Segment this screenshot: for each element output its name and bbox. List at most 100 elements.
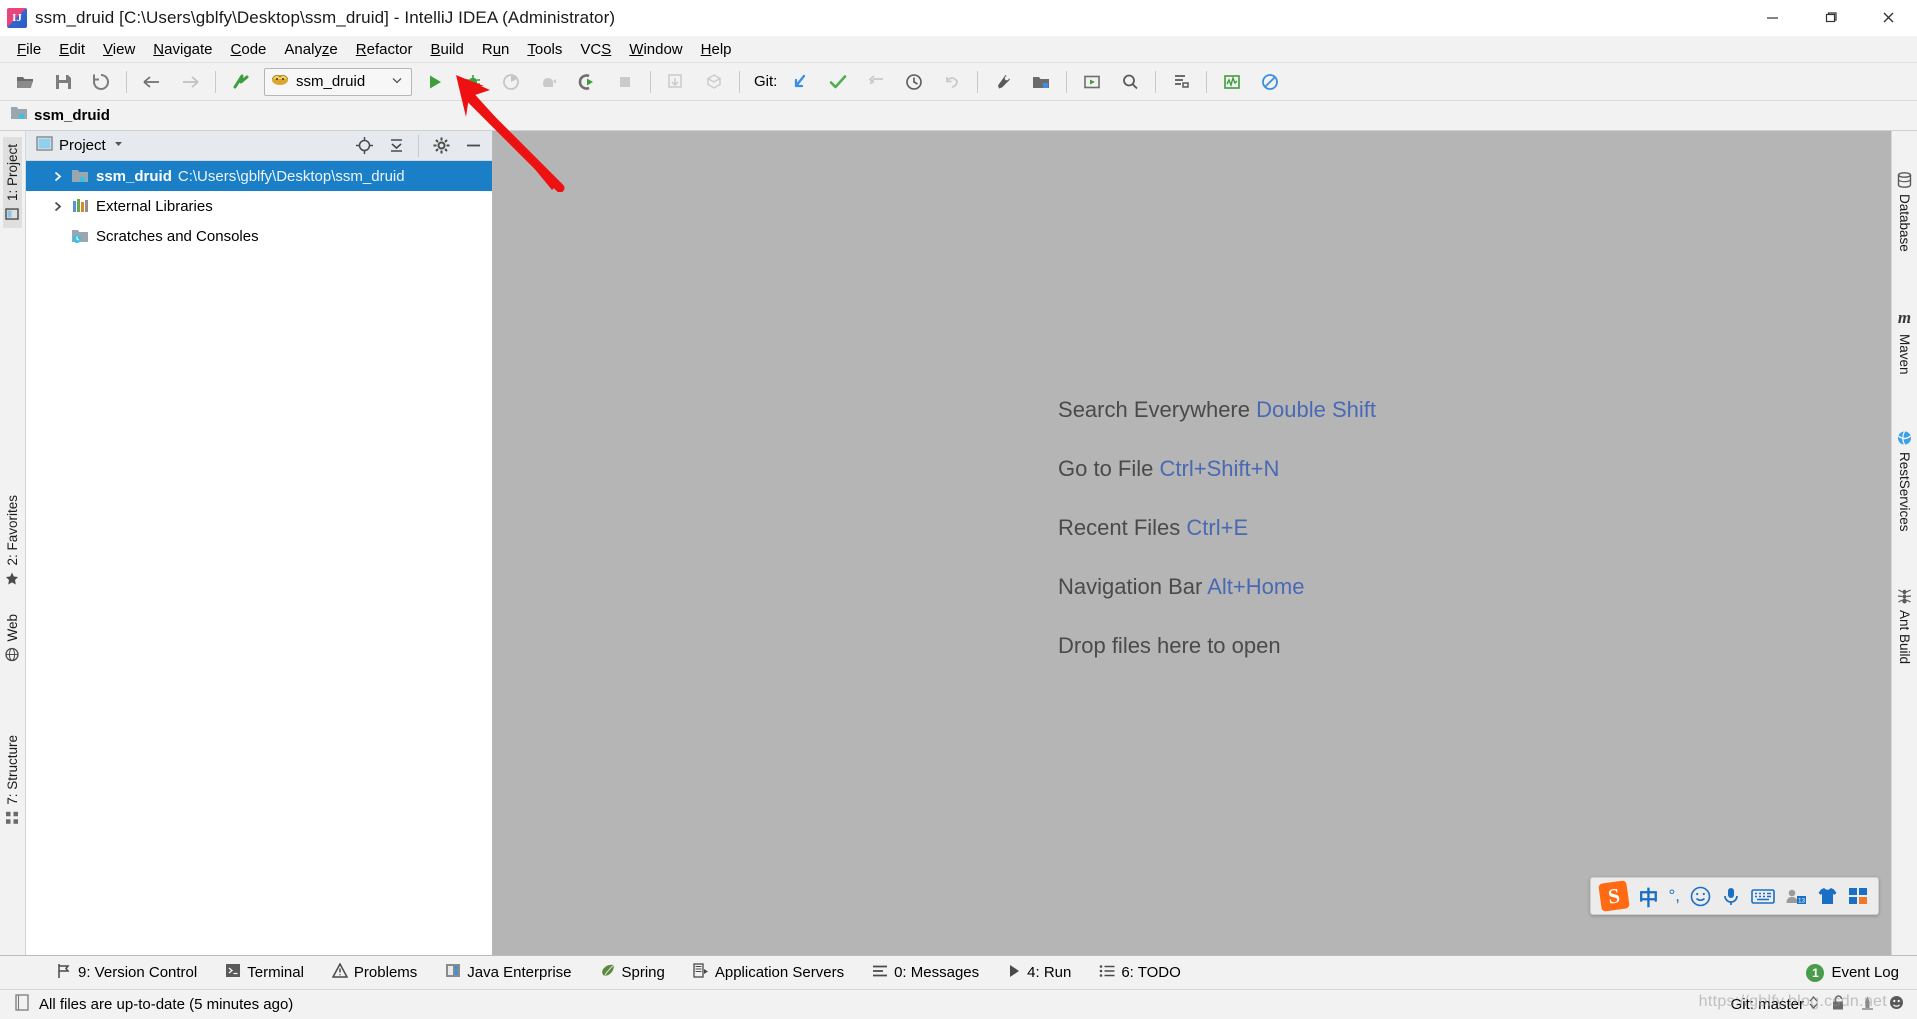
git-branch-widget[interactable]: Git: master	[1731, 995, 1818, 1014]
intellij-idea-window: IJ ssm_druid [C:\Users\gblfy\Desktop\ssm…	[0, 0, 1917, 1019]
sidebar-item-web[interactable]: Web	[3, 607, 22, 669]
commit-icon[interactable]	[695, 66, 733, 98]
sidebar-item-ant-build[interactable]: Ant Build	[1895, 581, 1914, 671]
forward-arrow-icon[interactable]	[171, 66, 209, 98]
hide-pane-icon[interactable]	[460, 133, 486, 159]
minimize-button[interactable]	[1743, 0, 1801, 36]
menu-file[interactable]: File	[8, 39, 50, 60]
back-arrow-icon[interactable]	[133, 66, 171, 98]
tree-row-name: ssm_druid	[96, 167, 172, 185]
settings-gear-icon[interactable]	[984, 66, 1022, 98]
tip-recent-files: Recent Files Ctrl+E	[1058, 515, 1376, 541]
menu-analyze[interactable]: Analyze	[275, 39, 346, 60]
stop-icon[interactable]	[606, 66, 644, 98]
tab-run[interactable]: 4: Run	[993, 962, 1085, 984]
project-icon	[5, 207, 20, 221]
menu-view[interactable]: View	[94, 39, 144, 60]
run-configuration-name: ssm_druid	[296, 73, 366, 90]
tab-problems[interactable]: Problems	[318, 961, 431, 984]
tab-messages-label: 0: Messages	[894, 964, 980, 981]
toolbox-icon[interactable]	[1848, 886, 1869, 906]
menu-navigate[interactable]: Navigate	[144, 39, 221, 60]
run-configuration-selector[interactable]: ssm_druid	[264, 67, 412, 96]
tab-spring[interactable]: Spring	[586, 961, 679, 984]
git-revert-icon[interactable]	[933, 66, 971, 98]
scratches-icon	[70, 228, 90, 244]
git-update-project-icon[interactable]	[781, 66, 819, 98]
sidebar-item-database[interactable]: Database	[1895, 165, 1914, 259]
terminal-icon	[225, 963, 241, 982]
navigation-bar[interactable]: ssm_druid	[0, 101, 1917, 131]
menu-help[interactable]: Help	[692, 39, 741, 60]
tree-row[interactable]: Scratches and Consoles	[26, 221, 492, 251]
disable-inspection-icon[interactable]	[1251, 66, 1289, 98]
menu-run[interactable]: Run	[473, 39, 519, 60]
tab-java-enterprise[interactable]: Java Enterprise	[431, 961, 585, 984]
todo-icon	[1099, 964, 1115, 982]
event-log-button[interactable]: 1 Event Log	[1806, 963, 1917, 982]
notifications-icon[interactable]	[1888, 994, 1905, 1015]
sidebar-item-restservices[interactable]: RestServices	[1894, 423, 1915, 539]
run-button-icon[interactable]	[416, 66, 454, 98]
user-card-icon[interactable]: 13	[1785, 887, 1807, 906]
chevron-right-icon[interactable]	[50, 171, 64, 182]
libraries-icon	[70, 198, 90, 214]
tab-todo[interactable]: 6: TODO	[1085, 962, 1194, 984]
gear-icon[interactable]	[428, 133, 454, 159]
tab-application-servers[interactable]: Application Servers	[679, 961, 858, 984]
tree-row-name: External Libraries	[96, 197, 213, 215]
menu-edit[interactable]: Edit	[50, 39, 94, 60]
sogou-logo-icon[interactable]: S	[1598, 880, 1631, 912]
menu-refactor[interactable]: Refactor	[347, 39, 422, 60]
close-button[interactable]	[1859, 0, 1917, 36]
collapse-all-icon[interactable]	[383, 133, 409, 159]
database-icon	[1897, 172, 1912, 188]
tab-terminal[interactable]: Terminal	[211, 961, 318, 984]
locate-file-icon[interactable]	[351, 133, 377, 159]
chevron-down-icon[interactable]	[112, 137, 125, 155]
sidebar-item-structure[interactable]: 7: Structure	[3, 728, 22, 832]
menu-vcs[interactable]: VCS	[571, 39, 620, 60]
update-project-icon[interactable]	[657, 66, 695, 98]
structure-view-icon[interactable]	[1162, 66, 1200, 98]
run-with-coverage-icon[interactable]	[492, 66, 530, 98]
menu-tools[interactable]: Tools	[518, 39, 571, 60]
open-icon[interactable]	[6, 66, 44, 98]
tree-row[interactable]: ssm_druid C:\Users\gblfy\Desktop\ssm_dru…	[26, 161, 492, 191]
menu-code[interactable]: Code	[222, 39, 276, 60]
debug-button-icon[interactable]	[454, 66, 492, 98]
skin-icon[interactable]	[1817, 886, 1838, 906]
tab-messages[interactable]: 0: Messages	[858, 962, 993, 984]
sidebar-item-favorites[interactable]: 2: Favorites	[3, 488, 22, 593]
build-project-icon[interactable]	[222, 66, 260, 98]
performance-monitor-icon[interactable]	[1213, 66, 1251, 98]
project-structure-icon[interactable]	[1022, 66, 1060, 98]
tab-version-control[interactable]: 9: Version Control	[42, 961, 211, 985]
tip-go-to-file: Go to File Ctrl+Shift+N	[1058, 456, 1376, 482]
git-commit-icon[interactable]	[819, 66, 857, 98]
attach-to-process-icon[interactable]	[568, 66, 606, 98]
inspection-icon[interactable]	[1859, 994, 1876, 1015]
tree-row[interactable]: External Libraries	[26, 191, 492, 221]
menu-window[interactable]: Window	[620, 39, 691, 60]
chinese-mode-icon[interactable]: 中	[1638, 882, 1658, 911]
git-push-icon[interactable]	[857, 66, 895, 98]
search-icon[interactable]	[1111, 66, 1149, 98]
menu-build[interactable]: Build	[421, 39, 472, 60]
maximize-button[interactable]	[1801, 0, 1859, 36]
punctuation-icon[interactable]: °,	[1668, 886, 1680, 906]
tree-row-path: C:\Users\gblfy\Desktop\ssm_druid	[177, 167, 405, 185]
emoji-icon[interactable]	[1690, 886, 1711, 907]
chevron-right-icon[interactable]	[50, 201, 64, 212]
save-all-icon[interactable]	[44, 66, 82, 98]
soft-keyboard-icon[interactable]	[1751, 887, 1775, 906]
profile-icon[interactable]	[530, 66, 568, 98]
microphone-icon[interactable]	[1721, 886, 1741, 907]
git-history-icon[interactable]	[895, 66, 933, 98]
sidebar-item-project[interactable]: 1: Project	[3, 137, 22, 229]
sidebar-item-maven[interactable]: m Maven	[1895, 301, 1914, 382]
select-run-target-icon[interactable]	[1073, 66, 1111, 98]
sync-icon[interactable]	[82, 66, 120, 98]
unlocked-icon[interactable]	[1830, 994, 1847, 1015]
chevron-down-icon[interactable]	[391, 73, 403, 91]
